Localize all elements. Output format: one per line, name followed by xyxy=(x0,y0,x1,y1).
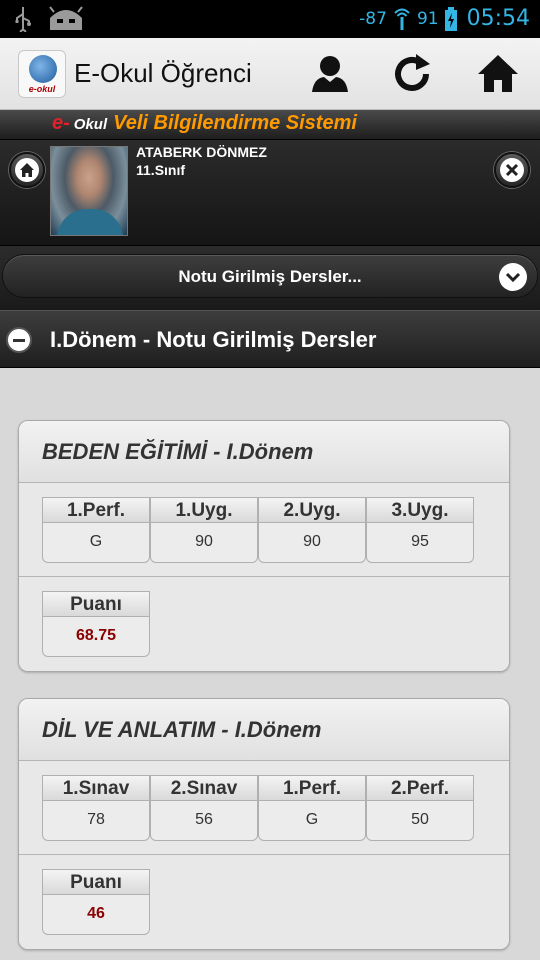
course-filter-area: Notu Girilmiş Dersler... xyxy=(0,246,540,310)
app-title: E-Okul Öğrenci xyxy=(74,58,252,88)
score-row: Puanı 46 xyxy=(19,855,509,949)
refresh-icon[interactable] xyxy=(390,52,434,96)
grade-cell: 2.Sınav 56 xyxy=(150,775,258,841)
score-value: 46 xyxy=(87,905,105,922)
student-panel: ATABERK DÖNMEZ 11.Sınıf xyxy=(0,140,540,246)
grade-value: 90 xyxy=(195,533,213,550)
course-filter-label: Notu Girilmiş Dersler... xyxy=(178,267,362,286)
grade-value: 56 xyxy=(195,811,213,828)
usb-icon xyxy=(15,7,31,32)
grade-value: 90 xyxy=(303,533,321,550)
student-photo xyxy=(50,146,128,236)
course-title: DİL VE ANLATIM - I.Dönem xyxy=(42,717,322,742)
profile-icon[interactable] xyxy=(308,52,352,96)
app-logo[interactable]: e-okul xyxy=(18,50,66,98)
score-row: Puanı 68.75 xyxy=(19,577,509,671)
grade-cell: 1.Perf. G xyxy=(42,497,150,563)
grade-label: 2.Uyg. xyxy=(259,498,365,523)
banner-prefix: e- xyxy=(52,112,70,134)
term-section-title: I.Dönem - Notu Girilmiş Dersler xyxy=(50,327,377,352)
grade-label: 1.Uyg. xyxy=(151,498,257,523)
score-label: Puanı xyxy=(43,592,149,617)
score-label: Puanı xyxy=(43,870,149,895)
courses-list: BEDEN EĞİTİMİ - I.Dönem 1.Perf. G 1.Uyg.… xyxy=(0,368,540,960)
status-bar: -87 91 05:54 xyxy=(0,0,540,38)
course-title: BEDEN EĞİTİMİ - I.Dönem xyxy=(42,439,314,464)
signal-strength: -87 xyxy=(359,8,387,29)
collapse-icon[interactable] xyxy=(6,327,32,353)
course-card: BEDEN EĞİTİMİ - I.Dönem 1.Perf. G 1.Uyg.… xyxy=(18,420,510,672)
chevron-down-icon xyxy=(499,263,527,291)
grade-label: 2.Sınav xyxy=(151,776,257,801)
grade-label: 3.Uyg. xyxy=(367,498,473,523)
app-logo-text: e-okul xyxy=(28,84,56,94)
android-icon xyxy=(49,6,83,30)
grade-cell: 1.Uyg. 90 xyxy=(150,497,258,563)
course-filter-select[interactable]: Notu Girilmiş Dersler... xyxy=(2,254,538,298)
home-icon[interactable] xyxy=(476,52,520,96)
student-close-button[interactable] xyxy=(494,152,530,188)
score-cell: Puanı 68.75 xyxy=(42,591,150,657)
student-home-button[interactable] xyxy=(9,152,45,188)
grade-label: 1.Perf. xyxy=(259,776,365,801)
course-card: DİL VE ANLATIM - I.Dönem 1.Sınav 78 2.Sı… xyxy=(18,698,510,950)
grade-row: 1.Perf. G 1.Uyg. 90 2.Uyg. 90 3.Uyg. 95 xyxy=(19,483,509,577)
grade-value: G xyxy=(89,533,103,550)
grade-row: 1.Sınav 78 2.Sınav 56 1.Perf. G 2.Perf. … xyxy=(19,761,509,855)
grade-cell: 2.Uyg. 90 xyxy=(258,497,366,563)
banner-okul: Okul xyxy=(73,116,108,133)
system-banner: e- Okul Veli Bilgilendirme Sistemi xyxy=(0,110,540,140)
grade-value: 78 xyxy=(87,811,105,828)
close-icon xyxy=(505,163,519,177)
grade-cell: 1.Sınav 78 xyxy=(42,775,150,841)
grade-value: 50 xyxy=(411,811,429,828)
grade-label: 2.Perf. xyxy=(367,776,473,801)
grade-cell: 2.Perf. 50 xyxy=(366,775,474,841)
logo-mark-icon xyxy=(29,55,57,83)
term-section-header[interactable]: I.Dönem - Notu Girilmiş Dersler xyxy=(0,310,540,368)
grade-label: 1.Perf. xyxy=(43,498,149,523)
score-value: 68.75 xyxy=(75,627,117,644)
wifi-icon xyxy=(394,8,410,30)
action-bar: e-okul E-Okul Öğrenci xyxy=(0,38,540,110)
banner-title: Veli Bilgilendirme Sistemi xyxy=(113,112,357,134)
battery-level: 91 xyxy=(416,8,439,29)
student-class: 11.Sınıf xyxy=(136,162,186,178)
student-name: ATABERK DÖNMEZ xyxy=(136,144,267,160)
clock: 05:54 xyxy=(466,6,530,31)
battery-icon xyxy=(444,6,457,31)
grade-cell: 3.Uyg. 95 xyxy=(366,497,474,563)
home-icon xyxy=(20,163,34,177)
grade-value: G xyxy=(305,811,319,828)
grade-value: 95 xyxy=(411,533,429,550)
score-cell: Puanı 46 xyxy=(42,869,150,935)
grade-label: 1.Sınav xyxy=(43,776,149,801)
grade-cell: 1.Perf. G xyxy=(258,775,366,841)
